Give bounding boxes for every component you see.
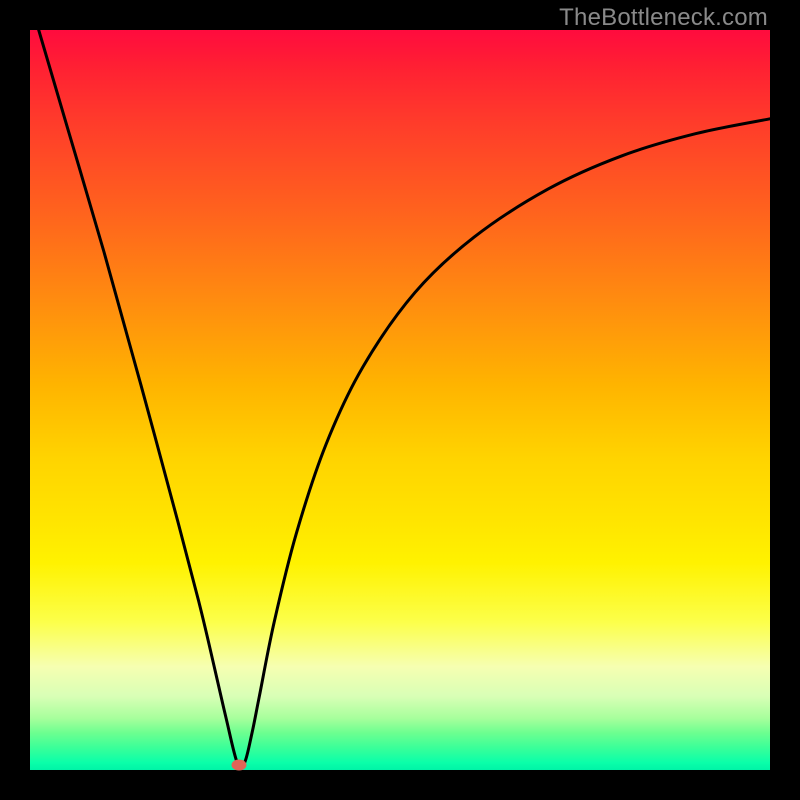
plot-area [30, 30, 770, 770]
bottleneck-curve [30, 0, 770, 767]
curve-svg [30, 30, 770, 770]
watermark-text: TheBottleneck.com [559, 4, 768, 32]
optimum-marker [231, 759, 246, 770]
chart-frame: TheBottleneck.com [0, 0, 800, 800]
